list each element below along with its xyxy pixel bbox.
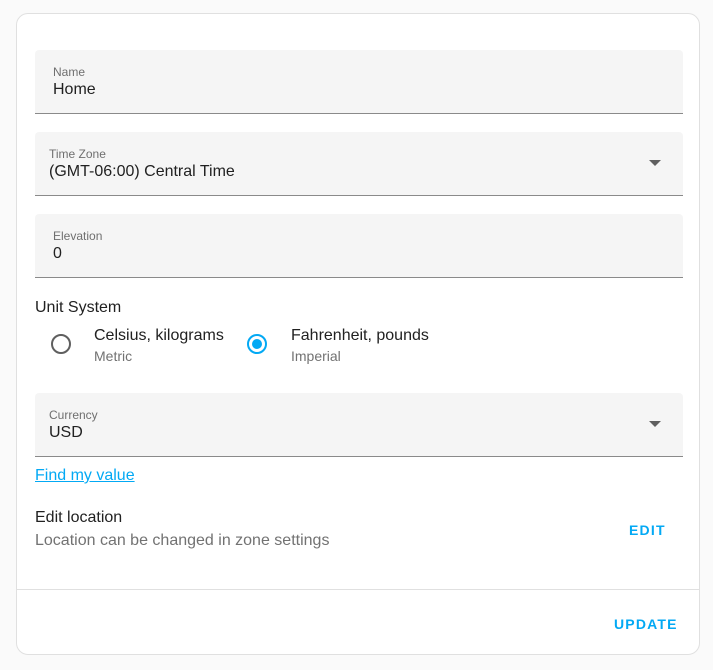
card-actions-divider [17, 589, 699, 590]
time-zone-select[interactable]: Time Zone (GMT-06:00) Central Time [35, 132, 683, 196]
edit-location-title: Edit location [35, 509, 123, 526]
dropdown-arrow-icon[interactable] [649, 421, 661, 427]
time-zone-label: Time Zone [49, 147, 106, 161]
update-button[interactable]: UPDATE [614, 616, 678, 632]
radio-metric-title: Celsius, kilograms [94, 327, 224, 344]
name-field[interactable]: Name Home [35, 50, 683, 114]
currency-label: Currency [49, 408, 98, 422]
edit-location-button[interactable]: EDIT [629, 522, 666, 538]
unit-system-label: Unit System [35, 299, 122, 316]
elevation-field-label: Elevation [53, 229, 103, 243]
radio-metric-subtitle: Metric [94, 348, 133, 364]
dropdown-arrow-icon[interactable] [649, 160, 661, 166]
radio-imperial[interactable]: Fahrenheit, pounds Imperial [247, 327, 447, 367]
name-field-value[interactable]: Home [53, 81, 96, 99]
radio-checked-icon[interactable] [247, 334, 267, 354]
currency-value: USD [49, 424, 83, 441]
radio-metric[interactable]: Celsius, kilograms Metric [51, 327, 231, 367]
time-zone-value: (GMT-06:00) Central Time [49, 163, 235, 180]
radio-imperial-title: Fahrenheit, pounds [291, 327, 429, 344]
elevation-field-value[interactable]: 0 [53, 245, 62, 263]
core-config-card: Name Home Time Zone (GMT-06:00) Central … [16, 13, 700, 655]
radio-unchecked-icon[interactable] [51, 334, 71, 354]
currency-select[interactable]: Currency USD [35, 393, 683, 457]
radio-dot [252, 339, 262, 349]
edit-location-description: Location can be changed in zone settings [35, 532, 330, 549]
radio-imperial-subtitle: Imperial [291, 348, 341, 364]
find-my-value-link[interactable]: Find my value [35, 467, 135, 485]
name-field-label: Name [53, 65, 86, 79]
elevation-field[interactable]: Elevation 0 [35, 214, 683, 278]
